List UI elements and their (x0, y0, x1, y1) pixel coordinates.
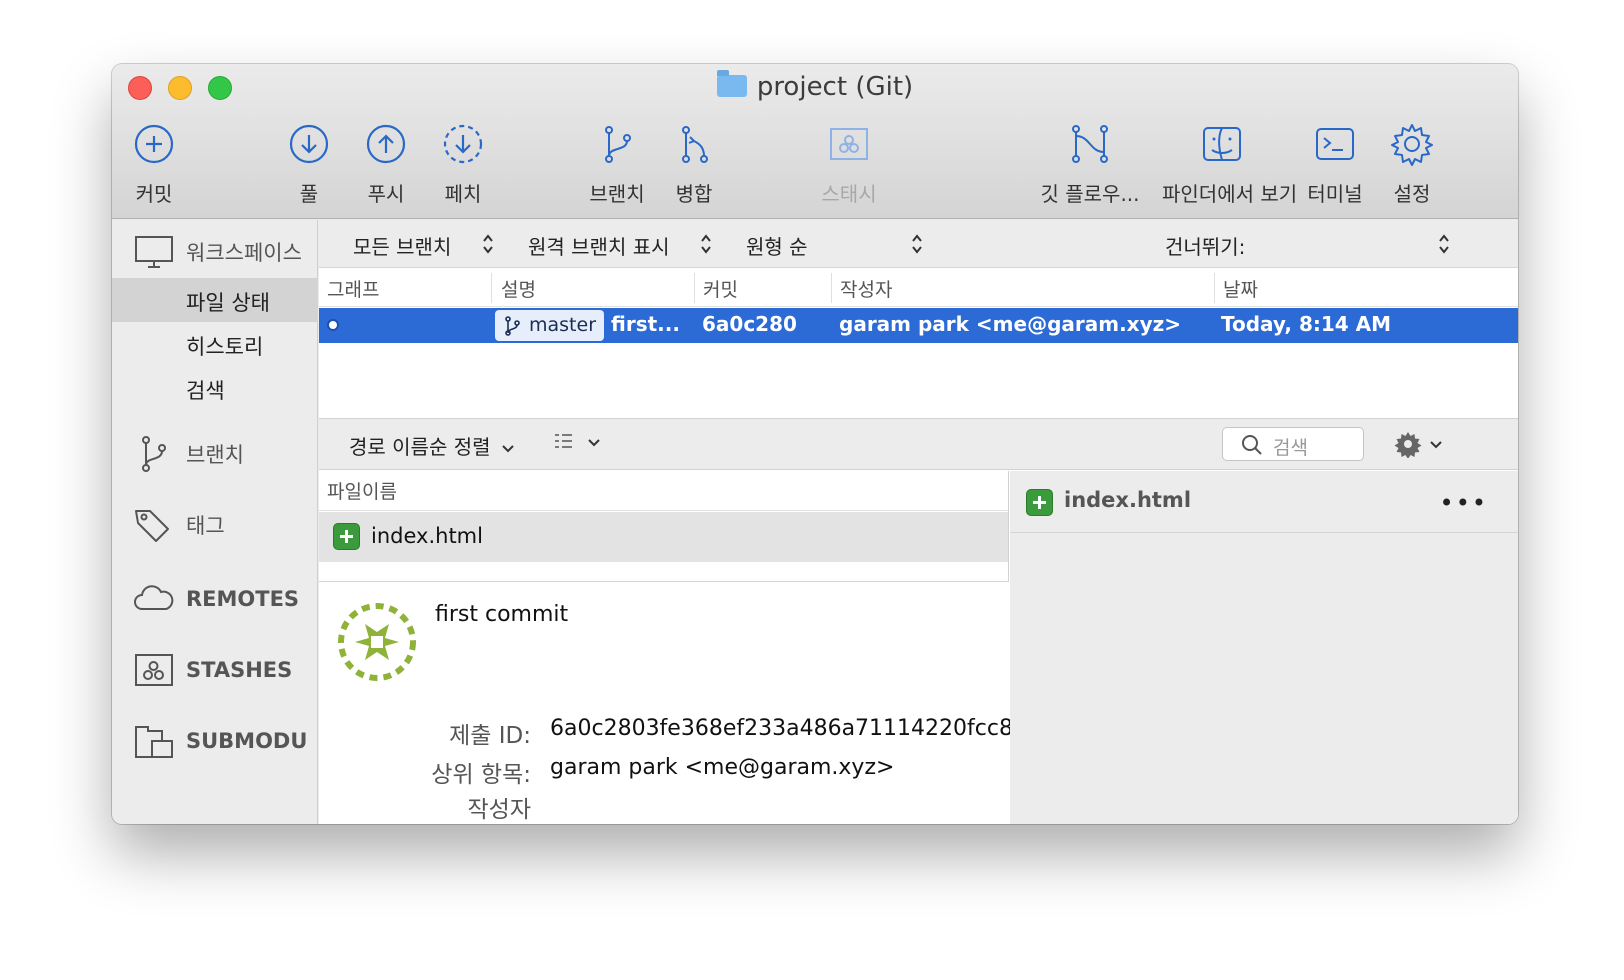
sidebar-item-branches[interactable]: 브랜치 (112, 432, 318, 476)
avatar (338, 603, 416, 681)
up-down-chevron-icon (912, 234, 922, 254)
column-divider[interactable] (491, 273, 492, 303)
commit-button[interactable]: 커밋 (112, 122, 214, 207)
list-icon (555, 434, 572, 448)
up-down-chevron-icon (1439, 234, 1449, 254)
git-flow-button[interactable]: 깃 플로우... (1030, 122, 1150, 207)
added-file-icon (1026, 489, 1053, 516)
commit-message: first... (611, 312, 680, 336)
column-divider[interactable] (1214, 273, 1215, 303)
sidebar-item-submodules[interactable]: SUBMODU (112, 719, 318, 763)
file-list-header[interactable]: 파일이름 (319, 471, 1008, 511)
column-author[interactable]: 작성자 (840, 275, 892, 302)
arrow-up-circle-icon (366, 124, 406, 164)
submodule-icon (135, 726, 173, 758)
cloud-icon (134, 585, 174, 610)
author-label: 작성자 (467, 797, 531, 823)
column-graph[interactable]: 그래프 (327, 275, 379, 302)
sidebar-item-remotes[interactable]: REMOTES (112, 577, 318, 621)
branch-icon (142, 436, 166, 472)
sidebar-item-search[interactable]: 검색 (112, 366, 318, 410)
commit-author: garam park <me@garam.xyz> (839, 312, 1182, 336)
added-file-icon (333, 523, 360, 550)
sidebar-item-workspace[interactable]: 워크스페이스 (112, 230, 318, 274)
column-divider[interactable] (694, 273, 695, 303)
column-divider[interactable] (831, 273, 832, 303)
branch-badge: master (495, 310, 605, 341)
chevron-down-icon (1430, 441, 1442, 449)
search-icon (1242, 435, 1262, 455)
arrow-down-circle-icon (289, 124, 329, 164)
branch-icon (605, 126, 631, 163)
chevron-down-icon (588, 439, 600, 447)
window-title: project (Git) (112, 70, 1518, 102)
more-options-icon[interactable]: ••• (1440, 489, 1488, 517)
sort-dropdown[interactable]: 경로 이름순 정렬 (349, 431, 515, 460)
monitor-icon (135, 236, 173, 268)
file-toolbar: 경로 이름순 정렬 검색 (319, 418, 1518, 470)
commit-hash: 6a0c280 (702, 312, 797, 336)
settings-button[interactable]: 설정 (1352, 122, 1472, 207)
list-item[interactable]: index.html (319, 512, 1008, 562)
column-description[interactable]: 설명 (501, 275, 536, 302)
chevron-down-icon (502, 445, 514, 453)
commit-row-selected[interactable]: master first... 6a0c280 garam park <me@g… (319, 308, 1518, 343)
sidebar-item-history[interactable]: 히스토리 (112, 322, 318, 366)
stash-icon (135, 654, 173, 686)
commit-id-value: 6a0c2803fe368ef233a486a71114220fcc8 (550, 716, 1013, 741)
column-date[interactable]: 날짜 (1223, 275, 1258, 302)
parents-label: 상위 항목: (431, 762, 531, 788)
remote-branch-select[interactable]: 원격 브랜치 표시 (528, 231, 670, 260)
branch-icon (505, 316, 520, 336)
gear-icon (1391, 124, 1433, 166)
toolbar: project (Git) 커밋 풀 푸시 페치 브랜치 병합 스태시 깃 플로… (112, 64, 1518, 219)
graph-node (327, 319, 339, 331)
sidebar: 워크스페이스 파일 상태 히스토리 검색 브랜치 태그 REMOTES STAS… (112, 220, 318, 824)
diff-pane: index.html ••• (1010, 471, 1518, 824)
diff-file-header: index.html ••• (1010, 471, 1518, 533)
plus-circle-icon (134, 124, 174, 164)
git-flow-icon (1072, 125, 1108, 163)
tag-icon (135, 510, 169, 542)
commit-full-message: first commit (435, 602, 569, 627)
commit-table-header: 그래프 설명 커밋 작성자 날짜 (319, 269, 1518, 307)
jump-to-select[interactable]: 건너뛰기: (1165, 231, 1245, 260)
up-down-chevron-icon (483, 234, 493, 254)
stash-button[interactable]: 스태시 (789, 122, 909, 207)
finder-icon (1203, 127, 1241, 161)
column-commit[interactable]: 커밋 (703, 275, 738, 302)
app-window: project (Git) 커밋 풀 푸시 페치 브랜치 병합 스태시 깃 플로… (112, 64, 1518, 824)
merge-icon (682, 126, 708, 163)
view-mode-dropdown[interactable] (552, 431, 601, 457)
stash-icon (830, 128, 868, 160)
file-list: 파일이름 index.html first commit 제출 ID: 6a0c… (319, 471, 1013, 824)
filter-bar: 모든 브랜치 원격 브랜치 표시 원형 순 건너뛰기: (319, 220, 1518, 268)
merge-button[interactable]: 병합 (634, 122, 754, 207)
show-in-finder-button[interactable]: 파인더에서 보기 (1162, 122, 1297, 207)
commit-id-label: 제출 ID: (449, 723, 531, 749)
branch-filter-select[interactable]: 모든 브랜치 (353, 231, 451, 260)
sidebar-item-tags[interactable]: 태그 (112, 503, 318, 547)
sidebar-item-stashes[interactable]: STASHES (112, 648, 318, 692)
gear-icon (1394, 432, 1422, 459)
fetch-dashed-circle-icon (443, 124, 483, 164)
main-pane: 모든 브랜치 원격 브랜치 표시 원형 순 건너뛰기: 그래프 설명 커밋 작성… (319, 220, 1518, 824)
commit-details: first commit 제출 ID: 6a0c2803fe368ef233a4… (319, 581, 1013, 824)
search-input[interactable]: 검색 (1222, 427, 1364, 461)
parents-value: garam park <me@garam.xyz> (550, 755, 895, 780)
commit-date: Today, 8:14 AM (1221, 312, 1392, 336)
order-select[interactable]: 원형 순 (746, 231, 808, 260)
folder-icon (716, 70, 747, 97)
fetch-button[interactable]: 페치 (403, 122, 523, 207)
file-options-menu[interactable] (1394, 430, 1443, 462)
up-down-chevron-icon (701, 234, 711, 254)
terminal-icon (1316, 128, 1354, 160)
sidebar-item-file-status[interactable]: 파일 상태 (112, 278, 318, 322)
